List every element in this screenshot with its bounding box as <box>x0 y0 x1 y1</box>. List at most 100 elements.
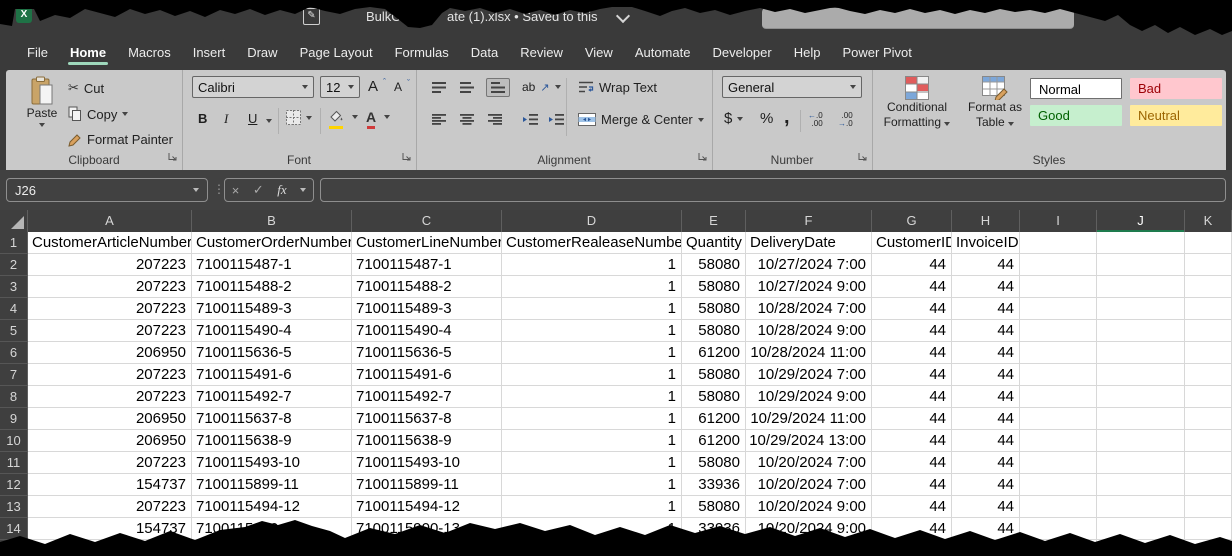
cell-C3[interactable]: 7100115488-2 <box>352 276 502 298</box>
cell-J15[interactable] <box>1097 540 1185 556</box>
cell-C14[interactable]: 7100115900-13 <box>352 518 502 540</box>
cell-H11[interactable]: 44 <box>952 452 1020 474</box>
cell-F10[interactable]: 10/29/2024 13:00 <box>746 430 872 452</box>
cell-A1[interactable]: CustomerArticleNumber <box>28 232 192 254</box>
cell-I1[interactable] <box>1020 232 1097 254</box>
cell-K2[interactable] <box>1185 254 1232 276</box>
cell-I6[interactable] <box>1020 342 1097 364</box>
cell-G4[interactable]: 44 <box>872 298 952 320</box>
tab-automate[interactable]: Automate <box>624 40 702 66</box>
cell-I3[interactable] <box>1020 276 1097 298</box>
cell-E11[interactable]: 58080 <box>682 452 746 474</box>
cell-B14[interactable]: 7100115900-13 <box>192 518 352 540</box>
cell-I14[interactable] <box>1020 518 1097 540</box>
cell-A14[interactable]: 154737 <box>28 518 192 540</box>
column-header-B[interactable]: B <box>192 210 352 232</box>
copy-button[interactable]: Copy <box>68 106 128 122</box>
cell-E4[interactable]: 58080 <box>682 298 746 320</box>
cell-G6[interactable]: 44 <box>872 342 952 364</box>
bold-button[interactable]: B <box>198 111 207 126</box>
cell-G13[interactable]: 44 <box>872 496 952 518</box>
align-top-button[interactable] <box>432 82 446 93</box>
row-header-14[interactable]: 14 <box>0 518 28 540</box>
cell-H14[interactable]: 44 <box>952 518 1020 540</box>
cell-E1[interactable]: Quantity <box>682 232 746 254</box>
cell-F13[interactable]: 10/20/2024 9:00 <box>746 496 872 518</box>
italic-button[interactable]: I <box>224 111 228 127</box>
number-dialog-launcher[interactable] <box>858 148 867 166</box>
cell-A15[interactable] <box>28 540 192 556</box>
cell-G9[interactable]: 44 <box>872 408 952 430</box>
cell-D8[interactable]: 1 <box>502 386 682 408</box>
align-middle-button[interactable] <box>460 82 474 93</box>
cell-E13[interactable]: 58080 <box>682 496 746 518</box>
row-header-3[interactable]: 3 <box>0 276 28 298</box>
cell-J3[interactable] <box>1097 276 1185 298</box>
cell-F15[interactable] <box>746 540 872 556</box>
cell-D2[interactable]: 1 <box>502 254 682 276</box>
cell-F5[interactable]: 10/28/2024 9:00 <box>746 320 872 342</box>
search-box[interactable] <box>762 8 1074 29</box>
cell-J7[interactable] <box>1097 364 1185 386</box>
cell-J10[interactable] <box>1097 430 1185 452</box>
cell-I7[interactable] <box>1020 364 1097 386</box>
format-painter-button[interactable]: Format Painter <box>68 132 173 147</box>
font-color-button[interactable]: A <box>366 109 390 125</box>
cell-C15[interactable] <box>352 540 502 556</box>
font-name-combo[interactable]: Calibri <box>192 76 314 98</box>
borders-button[interactable] <box>286 110 312 125</box>
cell-G3[interactable]: 44 <box>872 276 952 298</box>
cell-G14[interactable]: 44 <box>872 518 952 540</box>
cell-F7[interactable]: 10/29/2024 7:00 <box>746 364 872 386</box>
cell-J2[interactable] <box>1097 254 1185 276</box>
tab-review[interactable]: Review <box>509 40 574 66</box>
increase-indent-button[interactable] <box>548 114 564 125</box>
cell-E2[interactable]: 58080 <box>682 254 746 276</box>
row-header-9[interactable]: 9 <box>0 408 28 430</box>
currency-button[interactable]: $ <box>724 110 743 127</box>
cell-B7[interactable]: 7100115491-6 <box>192 364 352 386</box>
cell-G8[interactable]: 44 <box>872 386 952 408</box>
percent-button[interactable]: % <box>760 110 773 127</box>
style-chip-normal[interactable]: Normal <box>1030 78 1122 99</box>
align-center-button[interactable] <box>460 114 474 125</box>
format-as-table-button[interactable]: Format as Table <box>960 76 1030 130</box>
cell-J4[interactable] <box>1097 298 1185 320</box>
grow-font-button[interactable]: Aˆ <box>368 78 386 95</box>
cell-H12[interactable]: 44 <box>952 474 1020 496</box>
cell-J1[interactable] <box>1097 232 1185 254</box>
cell-F1[interactable]: DeliveryDate <box>746 232 872 254</box>
cell-A3[interactable]: 207223 <box>28 276 192 298</box>
cell-I8[interactable] <box>1020 386 1097 408</box>
formula-input[interactable] <box>320 178 1226 202</box>
column-header-J[interactable]: J <box>1097 210 1185 232</box>
cell-D10[interactable]: 1 <box>502 430 682 452</box>
row-header-5[interactable]: 5 <box>0 320 28 342</box>
cell-B10[interactable]: 7100115638-9 <box>192 430 352 452</box>
cell-K9[interactable] <box>1185 408 1232 430</box>
cell-A7[interactable]: 207223 <box>28 364 192 386</box>
cell-J5[interactable] <box>1097 320 1185 342</box>
cell-A5[interactable]: 207223 <box>28 320 192 342</box>
cell-E10[interactable]: 61200 <box>682 430 746 452</box>
name-box[interactable]: J26 <box>6 178 208 202</box>
cell-F14[interactable]: 10/20/2024 9:00 <box>746 518 872 540</box>
cell-G11[interactable]: 44 <box>872 452 952 474</box>
tab-page-layout[interactable]: Page Layout <box>289 40 384 66</box>
cell-K6[interactable] <box>1185 342 1232 364</box>
select-all-button[interactable] <box>0 210 28 232</box>
cell-H1[interactable]: InvoiceID <box>952 232 1020 254</box>
cell-D1[interactable]: CustomerRealeaseNumber <box>502 232 682 254</box>
fill-color-button[interactable] <box>328 109 358 125</box>
cell-K11[interactable] <box>1185 452 1232 474</box>
tab-view[interactable]: View <box>574 40 624 66</box>
cell-I5[interactable] <box>1020 320 1097 342</box>
cell-G10[interactable]: 44 <box>872 430 952 452</box>
cell-J12[interactable] <box>1097 474 1185 496</box>
cell-C8[interactable]: 7100115492-7 <box>352 386 502 408</box>
cell-I2[interactable] <box>1020 254 1097 276</box>
cell-A8[interactable]: 207223 <box>28 386 192 408</box>
cell-E7[interactable]: 58080 <box>682 364 746 386</box>
tab-developer[interactable]: Developer <box>701 40 782 66</box>
cell-C7[interactable]: 7100115491-6 <box>352 364 502 386</box>
